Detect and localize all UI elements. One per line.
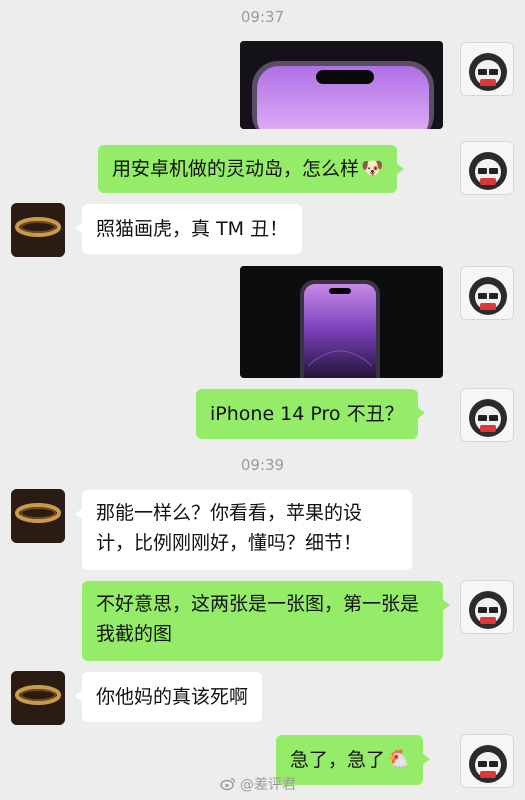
image-message-dynamic-island-closeup[interactable] bbox=[240, 41, 443, 129]
message-text: iPhone 14 Pro 不丑？ bbox=[210, 403, 404, 425]
friend-avatar[interactable] bbox=[11, 203, 65, 257]
phone-photo-image bbox=[240, 266, 443, 378]
message-bubble-me[interactable]: 不好意思，这两张是一张图，第一张是我截的图 bbox=[82, 581, 450, 661]
friend-avatar[interactable] bbox=[11, 489, 65, 543]
message-bubble-other[interactable]: 照猫画虎，真 TM 丑！ bbox=[74, 204, 303, 254]
message-text: 你他妈的真该死啊 bbox=[96, 686, 249, 708]
cartoon-face-icon bbox=[461, 43, 513, 95]
message-bubble-me[interactable]: 用安卓机做的灵动岛，怎么样 🐶 bbox=[98, 145, 405, 193]
watermark-text: @差评君 bbox=[240, 777, 296, 793]
ring-photo-icon bbox=[11, 489, 65, 543]
my-avatar[interactable] bbox=[460, 734, 514, 788]
my-avatar[interactable] bbox=[460, 266, 514, 320]
ring-photo-icon bbox=[11, 203, 65, 257]
chicken-emoji-icon: 🐔 bbox=[387, 749, 410, 770]
my-avatar[interactable] bbox=[460, 141, 514, 195]
message-bubble-other[interactable]: 那能一样么？你看看，苹果的设计，比例刚刚好，懂吗？细节！ bbox=[75, 490, 412, 570]
cartoon-face-icon bbox=[461, 142, 513, 194]
ring-photo-icon bbox=[11, 671, 65, 725]
image-message-iphone-14-pro[interactable] bbox=[240, 266, 443, 378]
my-avatar[interactable] bbox=[460, 42, 514, 96]
dog-emoji-icon: 🐶 bbox=[361, 158, 384, 179]
timestamp: 09:37 bbox=[240, 8, 285, 26]
message-text: 照猫画虎，真 TM 丑！ bbox=[96, 218, 289, 240]
message-text: 不好意思，这两张是一张图，第一张是我截的图 bbox=[96, 593, 420, 645]
friend-avatar[interactable] bbox=[11, 671, 65, 725]
cartoon-face-icon bbox=[461, 389, 513, 441]
cartoon-face-icon bbox=[461, 735, 513, 787]
message-bubble-other[interactable]: 你他妈的真该死啊 bbox=[74, 672, 263, 722]
my-avatar[interactable] bbox=[460, 580, 514, 634]
cartoon-face-icon bbox=[461, 267, 513, 319]
timestamp: 09:39 bbox=[240, 456, 285, 474]
weibo-watermark: @差评君 bbox=[220, 774, 296, 794]
message-text: 那能一样么？你看看，苹果的设计，比例刚刚好，懂吗？细节！ bbox=[96, 502, 363, 554]
message-bubble-me[interactable]: 急了，急了 🐔 bbox=[276, 735, 431, 785]
cartoon-face-icon bbox=[461, 581, 513, 633]
message-bubble-me[interactable]: iPhone 14 Pro 不丑？ bbox=[196, 389, 425, 439]
phone-screenshot-image bbox=[240, 41, 443, 129]
weibo-logo-icon bbox=[220, 777, 236, 791]
message-text: 急了，急了 bbox=[290, 749, 386, 771]
message-text: 用安卓机做的灵动岛，怎么样 bbox=[112, 158, 360, 180]
my-avatar[interactable] bbox=[460, 388, 514, 442]
